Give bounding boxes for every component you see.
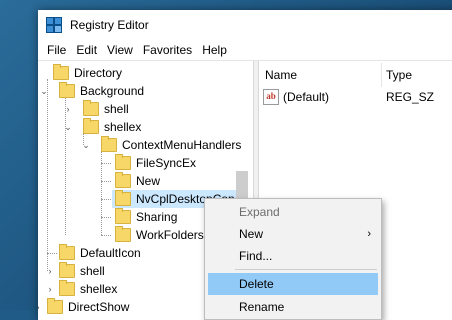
- tree-item-sharing[interactable]: Sharing: [112, 208, 177, 226]
- tree-item-workfolders[interactable]: WorkFolders: [112, 226, 204, 244]
- tree-item-label: Directory: [74, 66, 123, 80]
- menu-view[interactable]: View: [102, 40, 138, 60]
- folder-icon: [59, 262, 75, 278]
- tree-item-shellex-2[interactable]: › shellex: [44, 280, 117, 298]
- chevron-right-icon[interactable]: ›: [44, 284, 56, 294]
- tree-item-directshow[interactable]: › DirectShow: [38, 298, 129, 316]
- tree-item-directory[interactable]: Directory: [38, 64, 122, 82]
- menu-bar: File Edit View Favorites Help: [38, 40, 452, 60]
- tree-guide: [101, 163, 111, 164]
- context-menu-new-label: New: [239, 227, 264, 241]
- folder-icon: [59, 82, 75, 98]
- tree-guide: [101, 235, 111, 236]
- tree-item-label: shell: [104, 102, 129, 116]
- tree-item-label: WorkFolders: [136, 228, 204, 242]
- tree-item-label: ContextMenuHandlers: [122, 138, 242, 152]
- folder-icon: [115, 190, 131, 206]
- menu-separator: [235, 269, 377, 270]
- folder-icon: [83, 100, 99, 116]
- title-bar[interactable]: Registry Editor: [38, 10, 452, 40]
- tree-item-shellex[interactable]: ⌄ shellex: [62, 118, 141, 136]
- folder-icon: [101, 136, 117, 152]
- context-menu-new[interactable]: New ›: [205, 223, 381, 245]
- chevron-down-icon[interactable]: ⌄: [62, 122, 74, 133]
- folder-icon: [115, 154, 131, 170]
- chevron-down-icon[interactable]: ⌄: [80, 140, 92, 151]
- registry-editor-icon: [46, 17, 62, 33]
- folder-icon: [115, 172, 131, 188]
- menu-help[interactable]: Help: [197, 40, 232, 60]
- tree-item-shell[interactable]: › shell: [62, 100, 129, 118]
- tree-item-label: Background: [80, 84, 145, 98]
- value-row[interactable]: ab (Default): [263, 87, 329, 107]
- folder-icon: [53, 64, 69, 80]
- window-title: Registry Editor: [70, 18, 149, 32]
- context-menu-delete[interactable]: Delete: [208, 273, 378, 295]
- tree-item-label: shellex: [80, 282, 118, 296]
- menu-favorites[interactable]: Favorites: [138, 40, 197, 60]
- context-menu-rename[interactable]: Rename: [205, 296, 381, 318]
- tree-item-label: New: [136, 174, 161, 188]
- chevron-right-icon[interactable]: ›: [38, 302, 44, 312]
- menu-file[interactable]: File: [42, 40, 71, 60]
- tree-item-shell-2[interactable]: › shell: [44, 262, 105, 280]
- tree-item-label: shell: [80, 264, 105, 278]
- tree-item-label: DefaultIcon: [80, 246, 141, 260]
- chevron-right-icon[interactable]: ›: [44, 266, 56, 276]
- tree-guide: [101, 217, 111, 218]
- folder-icon: [59, 244, 75, 260]
- folder-icon: [115, 226, 131, 242]
- chevron-right-icon: ›: [367, 228, 371, 240]
- folder-icon: [115, 208, 131, 224]
- tree-item-label: FileSyncEx: [136, 156, 197, 170]
- tree-item-background[interactable]: ⌄ Background: [38, 82, 144, 100]
- context-menu-find[interactable]: Find...: [205, 245, 381, 267]
- string-value-icon: ab: [263, 89, 279, 105]
- folder-icon: [47, 298, 63, 314]
- context-menu-expand[interactable]: Expand: [205, 201, 381, 223]
- tree-item-label: DirectShow: [68, 300, 130, 314]
- tree-guide: [101, 181, 111, 182]
- folder-icon: [83, 118, 99, 134]
- chevron-right-icon[interactable]: ›: [62, 104, 74, 114]
- tree-item-label: shellex: [104, 120, 142, 134]
- tree-item-filesyncex[interactable]: FileSyncEx: [112, 154, 196, 172]
- column-separator[interactable]: [381, 63, 382, 87]
- tree-guide: [47, 79, 48, 271]
- tree-item-defaulticon[interactable]: DefaultIcon: [56, 244, 141, 262]
- tree-item-new[interactable]: New: [112, 172, 160, 190]
- folder-icon: [59, 280, 75, 296]
- tree-item-contextmenuhandlers[interactable]: ⌄ ContextMenuHandlers: [80, 136, 241, 154]
- column-header-name[interactable]: Name: [265, 65, 297, 85]
- chevron-down-icon[interactable]: ⌄: [38, 86, 50, 97]
- menu-edit[interactable]: Edit: [71, 40, 102, 60]
- tree-guide: [101, 199, 111, 200]
- value-type: REG_SZ: [386, 90, 435, 104]
- value-type-cell: REG_SZ: [386, 87, 434, 107]
- value-name: (Default): [283, 90, 330, 104]
- column-header-type[interactable]: Type: [386, 65, 412, 85]
- tree-item-label: Sharing: [136, 210, 178, 224]
- context-menu: Expand New › Find... Delete Rename: [204, 198, 382, 320]
